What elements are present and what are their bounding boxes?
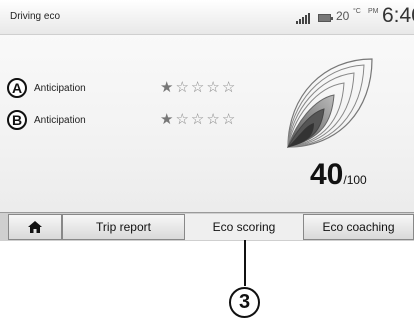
star-empty-icon: ☆ — [190, 111, 207, 128]
tab-eco-scoring[interactable]: Eco scoring — [185, 214, 303, 240]
battery-icon — [318, 14, 333, 22]
row-a-rating-stars: ★☆☆☆☆ — [160, 78, 237, 96]
star-empty-icon: ☆ — [206, 111, 222, 128]
star-empty-icon: ☆ — [221, 79, 238, 96]
temperature-unit: °C — [353, 8, 361, 15]
callout-line — [244, 240, 246, 286]
tab-eco-coaching[interactable]: Eco coaching — [303, 214, 414, 240]
signal-icon — [296, 12, 312, 24]
eco-score: 40/100 — [310, 158, 367, 192]
home-icon — [28, 221, 42, 233]
score-value: 40 — [310, 158, 344, 191]
star-empty-icon: ☆ — [221, 111, 238, 128]
tab-trip-report[interactable]: Trip report — [62, 214, 185, 240]
row-b-rating-stars: ★☆☆☆☆ — [160, 110, 237, 128]
clock-time: 6:40 — [382, 4, 414, 27]
star-empty-icon: ☆ — [206, 79, 222, 96]
ampm-indicator: PM — [368, 8, 379, 15]
temperature-value: 20 — [336, 9, 350, 23]
star-filled-icon: ★ — [160, 79, 176, 96]
star-filled-icon: ★ — [160, 111, 176, 128]
tab-home[interactable] — [8, 214, 62, 240]
status-bar: Driving eco 20 °C PM 6:40 — [0, 0, 414, 35]
app-title: Driving eco — [10, 11, 61, 22]
row-a-label: Anticipation — [34, 83, 86, 94]
star-empty-icon: ☆ — [175, 111, 191, 128]
eco-driving-screen: Driving eco 20 °C PM 6:40 A Anticipation… — [0, 0, 414, 241]
callout-number: 3 — [229, 287, 260, 318]
score-max: /100 — [343, 173, 367, 187]
eco-leaf-icon — [286, 58, 373, 148]
star-empty-icon: ☆ — [190, 79, 207, 96]
marker-a: A — [7, 78, 27, 98]
marker-b: B — [7, 110, 27, 130]
row-b-label: Anticipation — [34, 115, 86, 126]
star-empty-icon: ☆ — [175, 79, 191, 96]
